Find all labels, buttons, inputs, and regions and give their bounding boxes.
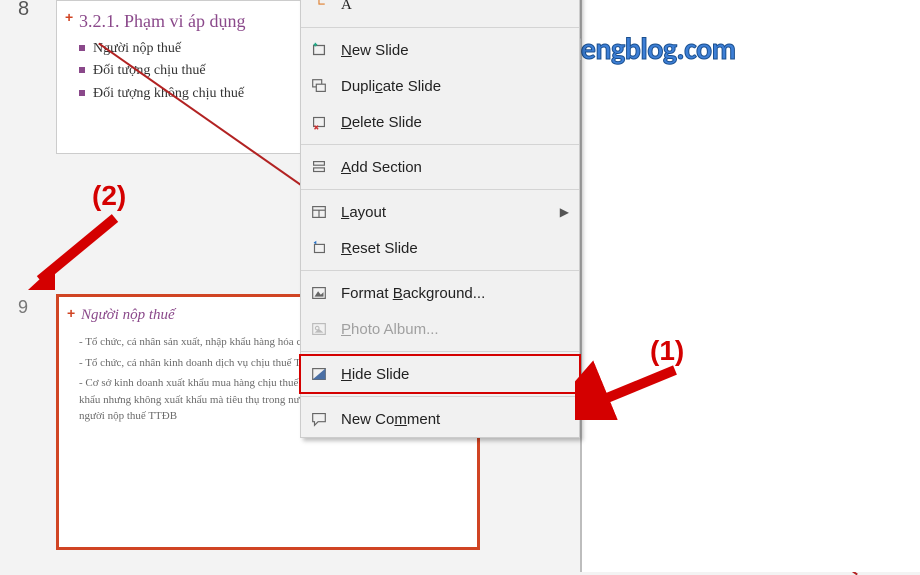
menu-label: Photo Album... <box>341 321 439 338</box>
font-icon: └ <box>309 0 329 15</box>
add-section-icon <box>309 157 329 177</box>
duplicate-slide-icon <box>309 76 329 96</box>
format-background-icon <box>309 283 329 303</box>
menu-label: Format Background... <box>341 285 485 302</box>
new-comment-icon <box>309 409 329 429</box>
menu-hide-slide[interactable]: Hide Slide <box>299 354 581 394</box>
menu-label: Reset Slide <box>341 240 418 257</box>
menu-label: Add Section <box>341 159 422 176</box>
menu-separator <box>301 396 579 397</box>
menu-duplicate-slide[interactable]: Duplicate Slide <box>301 68 579 104</box>
menu-layout[interactable]: Layout ▶ <box>301 194 579 230</box>
menu-photo-album: Photo Album... <box>301 311 579 347</box>
delete-slide-icon <box>309 112 329 132</box>
reset-slide-icon <box>309 238 329 258</box>
photo-album-icon <box>309 319 329 339</box>
menu-label: Delete Slide <box>341 114 422 131</box>
menu-add-section[interactable]: Add Section <box>301 149 579 185</box>
menu-label: New Slide <box>341 42 409 59</box>
menu-separator <box>301 144 579 145</box>
menu-reset-slide[interactable]: Reset Slide <box>301 230 579 266</box>
font-preview-label: A <box>341 0 352 14</box>
chevron-right-icon: ▶ <box>560 205 569 219</box>
slide-context-menu: └ A New Slide Duplicate Slide Delete Sli… <box>300 0 580 438</box>
menu-font-preview[interactable]: └ A <box>301 0 579 23</box>
menu-new-comment[interactable]: New Comment <box>301 401 579 437</box>
menu-delete-slide[interactable]: Delete Slide <box>301 104 579 140</box>
menu-separator <box>301 270 579 271</box>
list-item: Đối tượng chịu thuế <box>79 60 298 82</box>
slide-thumbnail-8[interactable]: + 3.2.1. Phạm vi áp dụng Người nộp thuế … <box>56 0 311 154</box>
menu-label: Layout <box>341 204 386 221</box>
menu-label: Duplicate Slide <box>341 78 441 95</box>
menu-label: New Comment <box>341 411 440 428</box>
menu-format-background[interactable]: Format Background... <box>301 275 579 311</box>
arrow-annotation-2 <box>20 210 130 300</box>
menu-separator <box>301 189 579 190</box>
menu-label: Hide Slide <box>341 366 409 383</box>
annotation-label-1: (1) <box>650 335 684 367</box>
list-item: Đối tượng không chịu thuế <box>79 83 298 105</box>
annotation-label-2: (2) <box>92 180 126 212</box>
collapse-icon: + <box>67 305 75 321</box>
hide-slide-icon <box>309 364 329 384</box>
menu-new-slide[interactable]: New Slide <box>301 32 579 68</box>
slide-editor-surface[interactable] <box>582 0 920 572</box>
slide-number-8: 8 <box>18 0 29 21</box>
collapse-icon: + <box>65 9 73 25</box>
slide8-title: 3.2.1. Phạm vi áp dụng <box>69 11 298 32</box>
menu-separator <box>301 351 579 352</box>
list-item: Người nộp thuế <box>79 38 298 60</box>
new-slide-icon <box>309 40 329 60</box>
menu-separator <box>301 27 579 28</box>
layout-icon <box>309 202 329 222</box>
